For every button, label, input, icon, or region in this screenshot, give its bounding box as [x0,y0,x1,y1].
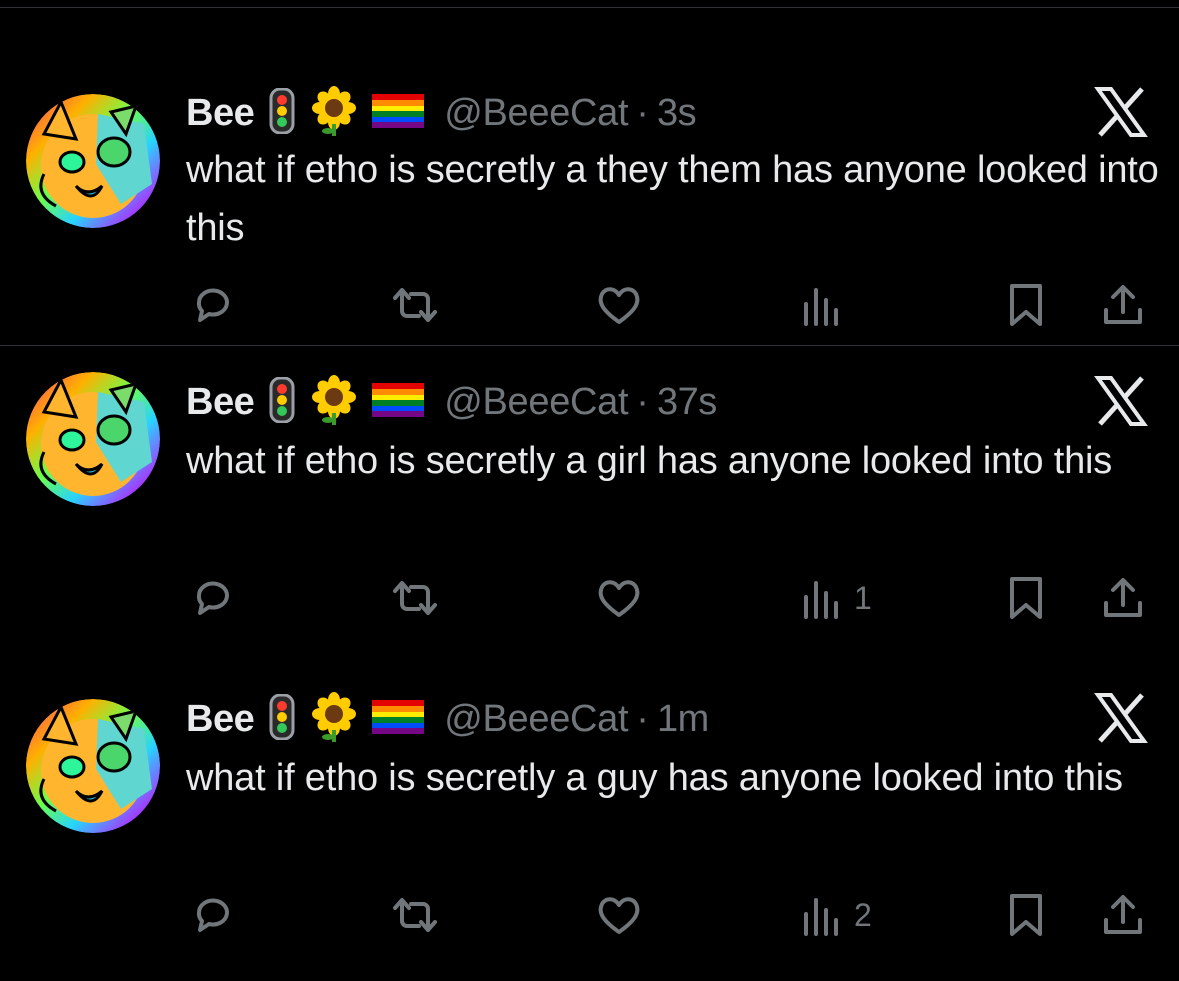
like-button[interactable] [596,570,642,626]
tweet[interactable]: Bee @BeeeCat · 1m what if etho is secret… [0,663,1179,981]
tweet[interactable]: Bee @BeeeCat · 37s what if etho is secre… [0,345,1179,664]
traffic-light-icon [268,693,296,745]
reply-button[interactable] [190,887,236,943]
bookmark-icon [1006,282,1046,328]
views-button[interactable] [802,277,854,333]
repost-button[interactable] [388,277,442,333]
timestamp[interactable]: 1m [657,698,709,741]
reply-button[interactable] [190,277,236,333]
views-count: 2 [854,896,872,933]
bar-chart-icon [802,892,842,938]
tweet[interactable]: Bee @BeeeCat · 3s what if etho is secret… [0,27,1179,345]
views-count: 1 [854,579,872,616]
repost-arrows-icon [388,575,442,621]
heart-icon [596,575,642,621]
avatar[interactable] [26,699,160,833]
sunflower-icon [310,691,358,747]
timestamp[interactable]: 3s [657,92,697,135]
share-upload-icon [1100,282,1146,328]
reply-bubble-icon [190,575,236,621]
tweet-header: Bee @BeeeCat · 3s [186,85,697,141]
traffic-light-icon [268,376,296,428]
rainbow-flag-icon [372,382,425,422]
bookmark-icon [1006,892,1046,938]
sunflower-icon [310,374,358,430]
rainbow-flag-icon [372,699,425,739]
display-name[interactable]: Bee [186,698,255,741]
action-bar: 1 [0,570,1179,626]
display-name[interactable]: Bee [186,92,255,135]
like-button[interactable] [596,887,642,943]
share-button[interactable] [1100,570,1146,626]
share-button[interactable] [1100,887,1146,943]
bookmark-button[interactable] [1006,277,1046,333]
reply-button[interactable] [190,570,236,626]
share-upload-icon [1100,575,1146,621]
share-button[interactable] [1100,277,1146,333]
bookmark-button[interactable] [1006,887,1046,943]
separator-dot: · [636,697,649,740]
tweet-header: Bee @BeeeCat · 1m [186,691,709,747]
x-logo-icon[interactable] [1094,87,1148,137]
action-bar [0,277,1179,333]
action-bar: 2 [0,887,1179,943]
sunflower-icon [310,85,358,141]
avatar[interactable] [26,94,160,228]
repost-arrows-icon [388,282,442,328]
bar-chart-icon [802,282,842,328]
tweet-text: what if etho is secretly a guy has anyon… [186,757,1123,799]
handle[interactable]: @BeeeCat [444,698,628,741]
separator-dot: · [636,380,649,423]
bookmark-icon [1006,575,1046,621]
handle[interactable]: @BeeeCat [444,381,628,424]
views-button[interactable]: 2 [802,887,872,943]
traffic-light-icon [268,87,296,139]
x-logo-icon[interactable] [1094,376,1148,426]
heart-icon [596,892,642,938]
bookmark-button[interactable] [1006,570,1046,626]
top-divider [0,7,1179,8]
display-name[interactable]: Bee [186,381,255,424]
rainbow-flag-icon [372,93,425,133]
repost-arrows-icon [388,892,442,938]
heart-icon [596,282,642,328]
handle[interactable]: @BeeeCat [444,92,628,135]
separator-dot: · [636,91,649,134]
tweet-header: Bee @BeeeCat · 37s [186,374,717,430]
repost-button[interactable] [388,570,442,626]
share-upload-icon [1100,892,1146,938]
x-logo-icon[interactable] [1094,693,1148,743]
like-button[interactable] [596,277,642,333]
views-button[interactable]: 1 [802,570,872,626]
tweet-text: what if etho is secretly a girl has anyo… [186,440,1113,482]
tweet-text: what if etho is secretly a they them has… [186,149,1159,249]
avatar[interactable] [26,372,160,506]
reply-bubble-icon [190,282,236,328]
bar-chart-icon [802,575,842,621]
repost-button[interactable] [388,887,442,943]
timestamp[interactable]: 37s [657,381,717,424]
reply-bubble-icon [190,892,236,938]
